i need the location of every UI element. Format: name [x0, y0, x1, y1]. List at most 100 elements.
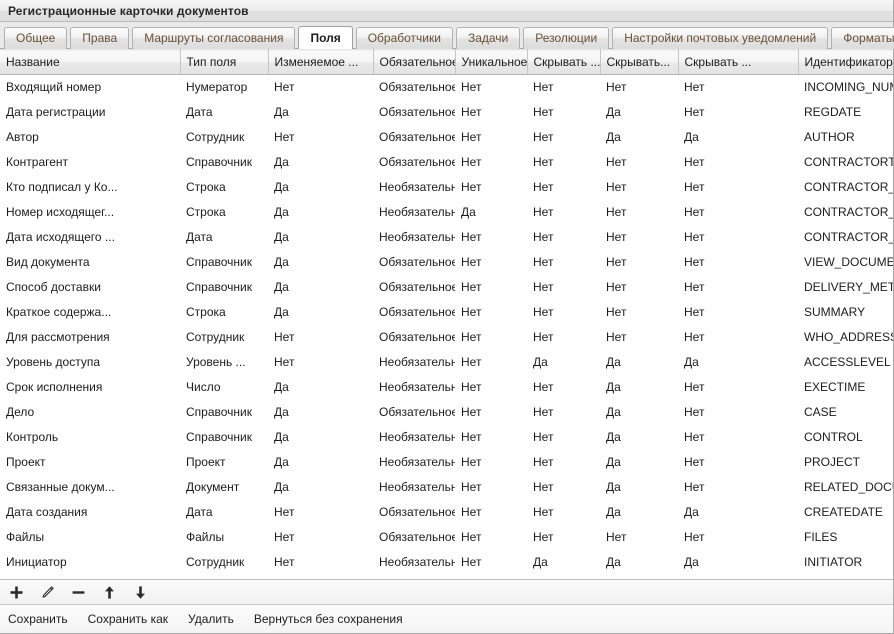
cell-1-6[interactable]: Да	[600, 100, 678, 125]
cell-14-7[interactable]: Нет	[678, 425, 798, 450]
cell-1-4[interactable]: Нет	[455, 100, 527, 125]
cell-5-1[interactable]: Строка	[180, 200, 268, 225]
cell-18-1[interactable]: Файлы	[180, 525, 268, 550]
cell-13-0[interactable]: Дело	[0, 400, 180, 425]
cell-2-0[interactable]: Автор	[0, 125, 180, 150]
cell-5-2[interactable]: Да	[268, 200, 373, 225]
cell-13-1[interactable]: Справочник	[180, 400, 268, 425]
cell-8-2[interactable]: Да	[268, 275, 373, 300]
cell-17-6[interactable]: Да	[600, 500, 678, 525]
cell-9-2[interactable]: Да	[268, 300, 373, 325]
cell-11-8[interactable]: ACCESSLEVEL	[798, 350, 893, 375]
column-header-1[interactable]: Тип поля	[180, 49, 269, 75]
cell-14-6[interactable]: Да	[600, 425, 678, 450]
cell-11-0[interactable]: Уровень доступа	[0, 350, 180, 375]
cell-4-7[interactable]: Нет	[678, 175, 798, 200]
cell-7-1[interactable]: Справочник	[180, 250, 268, 275]
cell-18-5[interactable]: Нет	[527, 525, 600, 550]
cell-10-7[interactable]: Нет	[678, 325, 798, 350]
cell-8-7[interactable]: Нет	[678, 275, 798, 300]
cell-1-1[interactable]: Дата	[180, 100, 268, 125]
cell-9-5[interactable]: Нет	[527, 300, 600, 325]
column-header-2[interactable]: Изменяемое ...	[268, 49, 374, 75]
action-button-2[interactable]: Удалить	[188, 612, 234, 626]
cell-12-7[interactable]: Нет	[678, 375, 798, 400]
cell-17-5[interactable]: Нет	[527, 500, 600, 525]
cell-1-8[interactable]: REGDATE	[798, 100, 893, 125]
cell-7-8[interactable]: VIEW_DOCUMENT	[798, 250, 893, 275]
cell-7-6[interactable]: Нет	[600, 250, 678, 275]
cell-8-4[interactable]: Нет	[455, 275, 527, 300]
cell-11-3[interactable]: Необязательное	[373, 350, 455, 375]
cell-6-3[interactable]: Необязательное	[373, 225, 455, 250]
cell-4-2[interactable]: Да	[268, 175, 373, 200]
cell-12-1[interactable]: Число	[180, 375, 268, 400]
table-row[interactable]: Срок исполненияЧислоДаНеобязательноеНетН…	[0, 375, 893, 400]
cell-11-4[interactable]: Нет	[455, 350, 527, 375]
add-icon[interactable]	[8, 584, 25, 601]
tab-0[interactable]: Общее	[4, 27, 68, 49]
tab-7[interactable]: Настройки почтовых уведомлений	[612, 27, 829, 49]
cell-11-7[interactable]: Да	[678, 350, 798, 375]
cell-7-7[interactable]: Нет	[678, 250, 798, 275]
cell-6-1[interactable]: Дата	[180, 225, 268, 250]
cell-9-1[interactable]: Строка	[180, 300, 268, 325]
cell-8-5[interactable]: Нет	[527, 275, 600, 300]
cell-6-6[interactable]: Нет	[600, 225, 678, 250]
cell-16-5[interactable]: Нет	[527, 475, 600, 500]
cell-10-8[interactable]: WHO_ADDRESSED	[798, 325, 893, 350]
cell-15-3[interactable]: Необязательное	[373, 450, 455, 475]
cell-15-7[interactable]: Нет	[678, 450, 798, 475]
cell-0-1[interactable]: Нумератор	[180, 75, 268, 100]
cell-15-4[interactable]: Нет	[455, 450, 527, 475]
cell-13-2[interactable]: Да	[268, 400, 373, 425]
cell-16-2[interactable]: Да	[268, 475, 373, 500]
cell-19-4[interactable]: Нет	[455, 550, 527, 575]
table-row[interactable]: Входящий номерНумераторНетОбязательное .…	[0, 75, 893, 100]
cell-1-7[interactable]: Нет	[678, 100, 798, 125]
cell-11-1[interactable]: Уровень ...	[180, 350, 268, 375]
move-up-icon[interactable]	[101, 584, 118, 601]
cell-11-5[interactable]: Да	[527, 350, 600, 375]
tab-1[interactable]: Права	[70, 27, 130, 49]
cell-0-8[interactable]: INCOMING_NUMBER	[798, 75, 893, 100]
move-down-icon[interactable]	[132, 584, 149, 601]
cell-16-0[interactable]: Связанные докум...	[0, 475, 180, 500]
tab-6[interactable]: Резолюции	[523, 27, 610, 49]
cell-4-8[interactable]: CONTRACTOR_WH...	[798, 175, 893, 200]
cell-17-2[interactable]: Нет	[268, 500, 373, 525]
cell-3-0[interactable]: Контрагент	[0, 150, 180, 175]
cell-2-6[interactable]: Да	[600, 125, 678, 150]
cell-5-6[interactable]: Нет	[600, 200, 678, 225]
cell-10-4[interactable]: Нет	[455, 325, 527, 350]
cell-15-8[interactable]: PROJECT	[798, 450, 893, 475]
cell-19-1[interactable]: Сотрудник	[180, 550, 268, 575]
cell-8-1[interactable]: Справочник	[180, 275, 268, 300]
cell-6-2[interactable]: Да	[268, 225, 373, 250]
cell-14-3[interactable]: Необязательное	[373, 425, 455, 450]
cell-5-8[interactable]: CONTRACTOR_NU...	[798, 200, 893, 225]
table-row[interactable]: Краткое содержа...СтрокаДаОбязательное .…	[0, 300, 893, 325]
column-header-8[interactable]: Идентификатор	[798, 49, 893, 75]
cell-15-1[interactable]: Проект	[180, 450, 268, 475]
cell-3-3[interactable]: Обязательное ...	[373, 150, 455, 175]
table-row[interactable]: Уровень доступа Уровень ... Нет Необязатель…	[0, 350, 893, 375]
cell-4-1[interactable]: Строка	[180, 175, 268, 200]
cell-0-4[interactable]: Нет	[455, 75, 527, 100]
cell-4-3[interactable]: Необязательное	[373, 175, 455, 200]
cell-5-4[interactable]: Да	[455, 200, 527, 225]
cell-2-3[interactable]: Обязательное ...	[373, 125, 455, 150]
cell-9-0[interactable]: Краткое содержа...	[0, 300, 180, 325]
table-row[interactable]: ФайлыФайлыНетОбязательное ...НетНетНетНе…	[0, 525, 893, 550]
cell-13-5[interactable]: Нет	[527, 400, 600, 425]
cell-7-2[interactable]: Да	[268, 250, 373, 275]
remove-icon[interactable]	[70, 584, 87, 601]
cell-6-0[interactable]: Дата исходящего ...	[0, 225, 180, 250]
table-row[interactable]: Дата созданияДатаНетОбязательное ...НетН…	[0, 500, 893, 525]
cell-15-2[interactable]: Да	[268, 450, 373, 475]
cell-2-8[interactable]: AUTHOR	[798, 125, 893, 150]
column-header-4[interactable]: Уникальное	[455, 49, 528, 75]
cell-3-2[interactable]: Да	[268, 150, 373, 175]
cell-2-2[interactable]: Нет	[268, 125, 373, 150]
cell-17-8[interactable]: CREATEDATE	[798, 500, 893, 525]
